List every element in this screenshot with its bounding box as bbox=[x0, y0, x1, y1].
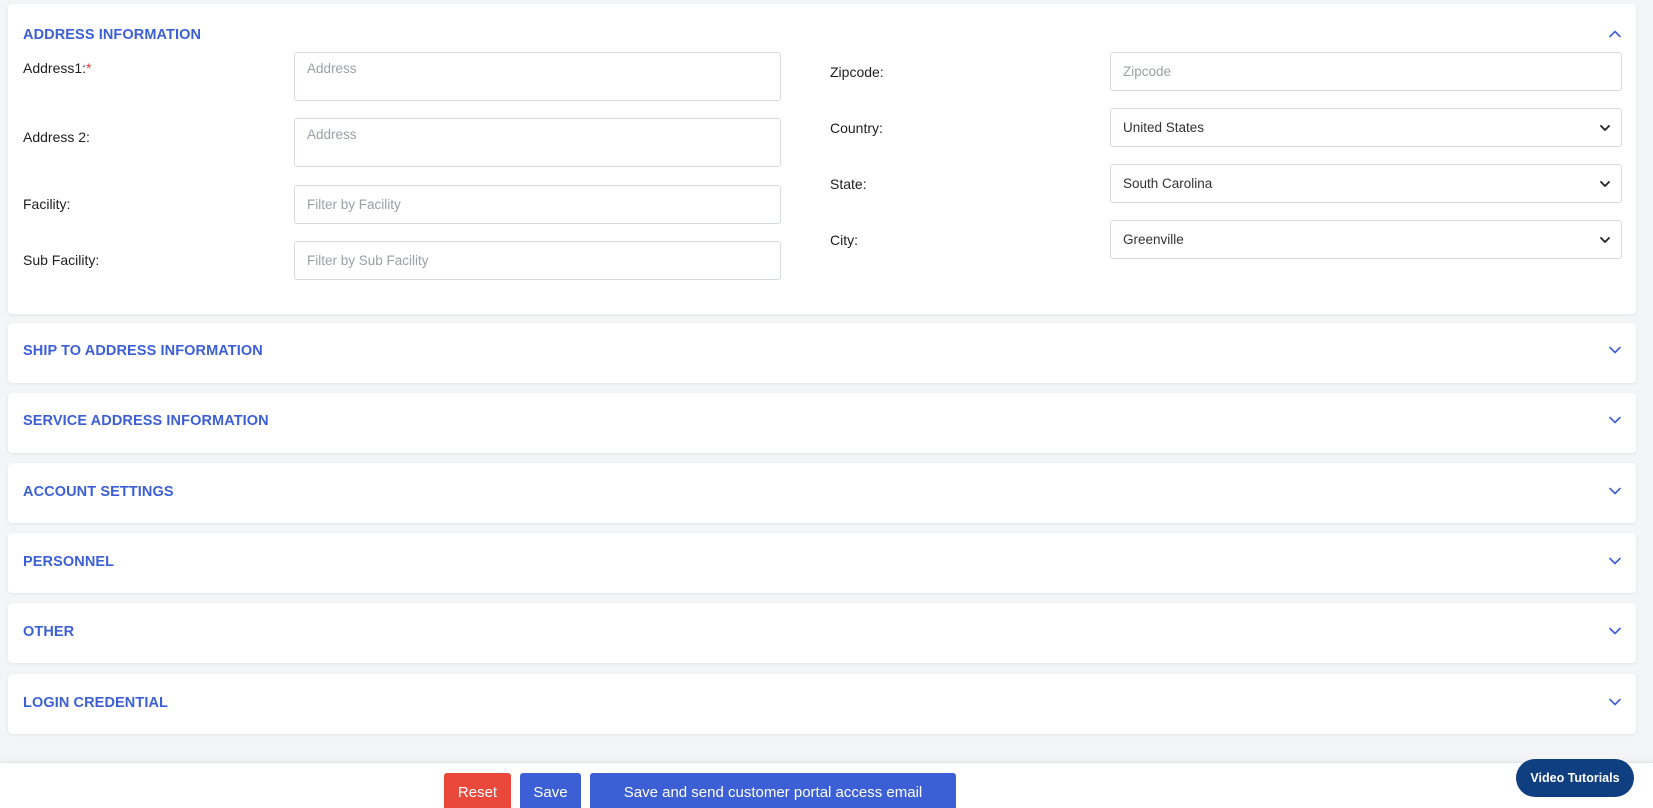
chevron-up-icon[interactable] bbox=[1608, 27, 1622, 41]
chevron-down-icon[interactable] bbox=[1608, 624, 1622, 638]
video-tutorials-button[interactable]: Video Tutorials bbox=[1516, 759, 1634, 797]
address1-label-text: Address1: bbox=[23, 60, 87, 76]
reset-button[interactable]: Reset bbox=[444, 773, 511, 808]
save-and-send-email-button[interactable]: Save and send customer portal access ema… bbox=[590, 773, 956, 808]
chevron-down-icon[interactable] bbox=[1608, 695, 1622, 709]
city-label: City: bbox=[830, 232, 858, 248]
login-credential-title[interactable]: LOGIN CREDENTIAL bbox=[23, 695, 168, 711]
address1-input[interactable] bbox=[294, 52, 781, 101]
other-card[interactable]: OTHER bbox=[8, 603, 1636, 663]
country-value: United States bbox=[1123, 120, 1205, 135]
state-label: State: bbox=[830, 176, 867, 192]
sub-facility-input[interactable] bbox=[294, 241, 781, 280]
country-label: Country: bbox=[830, 120, 883, 136]
address-information-title[interactable]: ADDRESS INFORMATION bbox=[23, 27, 201, 43]
service-address-title[interactable]: SERVICE ADDRESS INFORMATION bbox=[23, 413, 269, 429]
state-select[interactable]: South Carolina bbox=[1110, 164, 1622, 203]
required-marker: * bbox=[86, 60, 92, 76]
address1-label: Address1:* bbox=[23, 60, 92, 76]
chevron-down-icon bbox=[1599, 122, 1611, 134]
zipcode-input[interactable] bbox=[1110, 52, 1622, 91]
chevron-down-icon[interactable] bbox=[1608, 484, 1622, 498]
chevron-down-icon bbox=[1599, 234, 1611, 246]
personnel-title[interactable]: PERSONNEL bbox=[23, 554, 114, 570]
ship-to-address-card[interactable]: SHIP TO ADDRESS INFORMATION bbox=[8, 323, 1636, 383]
state-value: South Carolina bbox=[1123, 176, 1213, 191]
address-information-card: ADDRESS INFORMATION Address1:* Address 2… bbox=[8, 4, 1636, 314]
account-settings-title[interactable]: ACCOUNT SETTINGS bbox=[23, 484, 174, 500]
chevron-down-icon[interactable] bbox=[1608, 554, 1622, 568]
account-settings-card[interactable]: ACCOUNT SETTINGS bbox=[8, 463, 1636, 523]
city-value: Greenville bbox=[1123, 232, 1184, 247]
footer-action-bar: Reset Save Save and send customer portal… bbox=[0, 762, 1653, 808]
save-button[interactable]: Save bbox=[520, 773, 581, 808]
address2-input[interactable] bbox=[294, 118, 781, 167]
service-address-card[interactable]: SERVICE ADDRESS INFORMATION bbox=[8, 393, 1636, 453]
login-credential-card[interactable]: LOGIN CREDENTIAL bbox=[8, 674, 1636, 734]
chevron-down-icon[interactable] bbox=[1608, 413, 1622, 427]
chevron-down-icon bbox=[1599, 178, 1611, 190]
address2-label: Address 2: bbox=[23, 129, 90, 145]
facility-label: Facility: bbox=[23, 196, 71, 212]
city-select[interactable]: Greenville bbox=[1110, 220, 1622, 259]
chevron-down-icon[interactable] bbox=[1608, 343, 1622, 357]
other-title[interactable]: OTHER bbox=[23, 624, 74, 640]
zipcode-label: Zipcode: bbox=[830, 64, 884, 80]
facility-input[interactable] bbox=[294, 185, 781, 224]
personnel-card[interactable]: PERSONNEL bbox=[8, 533, 1636, 593]
country-select[interactable]: United States bbox=[1110, 108, 1622, 147]
sub-facility-label: Sub Facility: bbox=[23, 252, 100, 268]
ship-to-address-title[interactable]: SHIP TO ADDRESS INFORMATION bbox=[23, 343, 263, 359]
